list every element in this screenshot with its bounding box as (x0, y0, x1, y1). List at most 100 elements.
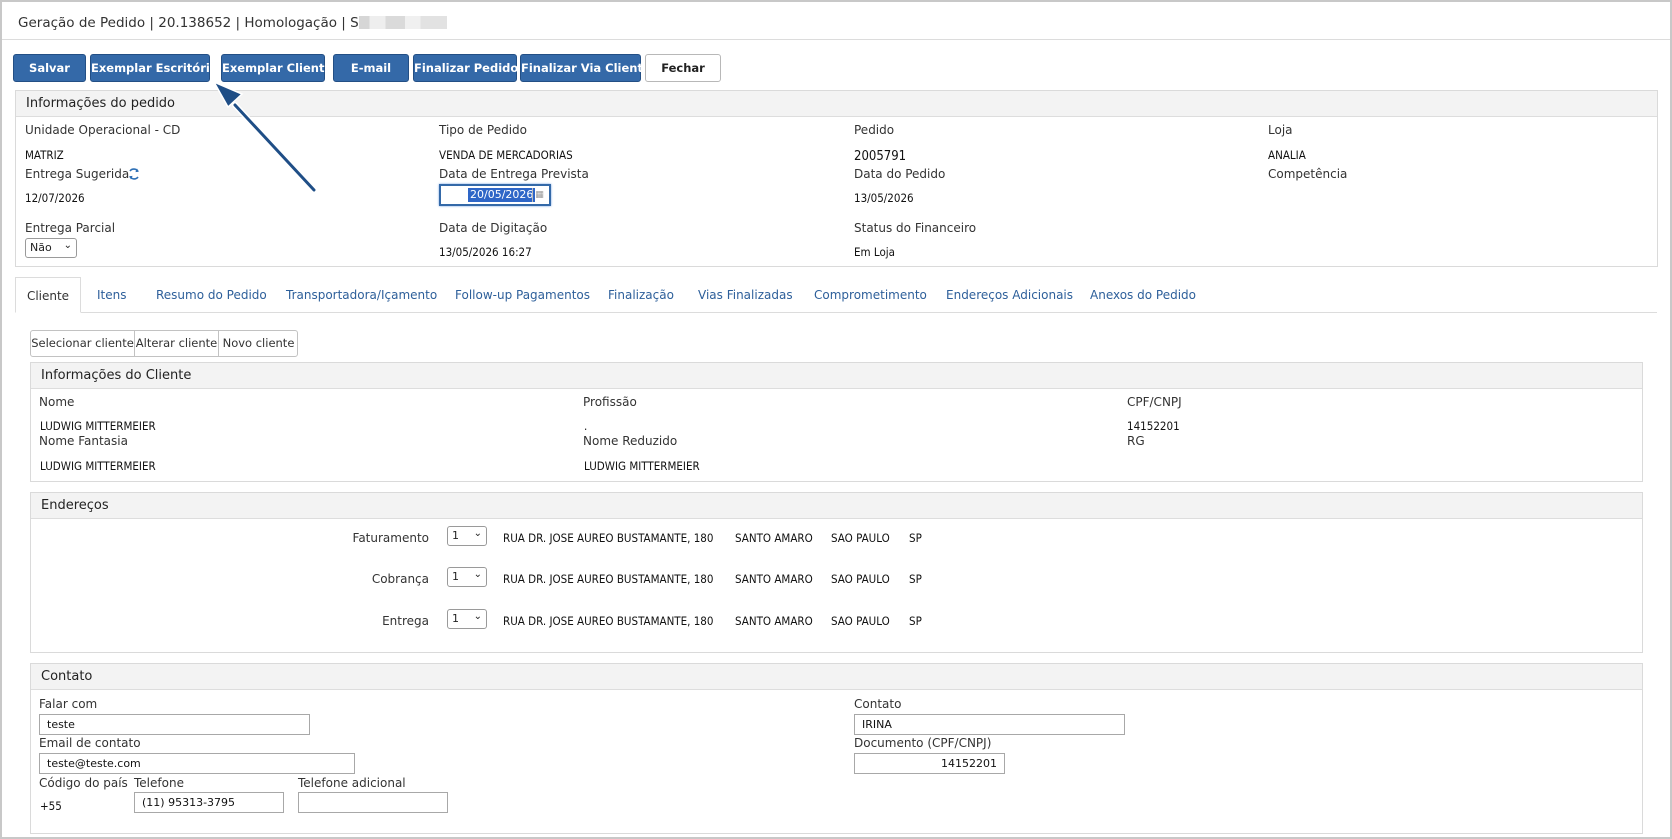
address-district: SANTO AMARO (735, 531, 813, 545)
email-input[interactable]: teste@teste.com (39, 753, 355, 774)
tab-resumo-pedido[interactable]: Resumo do Pedido (156, 277, 267, 313)
contato-input[interactable]: IRINA (854, 714, 1125, 735)
edit-client-button[interactable]: Alterar cliente (135, 331, 219, 356)
office-copy-button[interactable]: Exemplar Escritório (90, 54, 218, 82)
tab-follow-up-pagamentos[interactable]: Follow-up Pagamentos (455, 277, 590, 313)
order-info-panel: Informações do pedido (15, 90, 1658, 267)
status-financeiro-value: Em Loja (854, 245, 896, 259)
tab-cliente[interactable]: Cliente (15, 277, 81, 313)
falar-com-input[interactable]: teste (39, 714, 310, 735)
email-button[interactable]: E-mail (333, 54, 409, 82)
contato-label: Contato (854, 697, 902, 711)
tipo-pedido-label: Tipo de Pedido (439, 123, 527, 137)
nome-value: LUDWIG MITTERMEIER (40, 419, 156, 433)
address-district: SANTO AMARO (735, 572, 813, 586)
codigo-pais-label: Código do país (39, 776, 128, 790)
address-type-label: Faturamento (352, 531, 429, 545)
client-info-panel: Informações do Cliente (30, 362, 1643, 482)
client-copy-button[interactable]: Exemplar Cliente (221, 54, 332, 82)
profissao-value: . (584, 419, 588, 433)
address-type-label: Cobrança (371, 572, 429, 586)
cpf-label: CPF/CNPJ (1127, 395, 1182, 409)
unidade-label: Unidade Operacional - CD (25, 123, 181, 137)
new-client-button[interactable]: Novo cliente (219, 331, 298, 356)
client-info-header: Informações do Cliente (31, 363, 1642, 389)
pedido-value: 2005791 (854, 149, 907, 164)
tab-enderecos-adicionais[interactable]: Endereços Adicionais (946, 277, 1073, 313)
entrega-parcial-select[interactable]: Não ⌄ (25, 238, 77, 258)
application-window: Geração de Pedido | 20.138652 | Homologa… (0, 0, 1672, 839)
chevron-down-icon: ⌄ (473, 528, 482, 539)
address-number-select[interactable]: 1 ⌄ (447, 609, 487, 629)
documento-input[interactable]: 14152201 (854, 753, 1005, 774)
competencia-label: Competência (1268, 167, 1348, 181)
tipo-pedido-value: VENDA DE MERCADORIAS (439, 148, 573, 162)
address-street: RUA DR. JOSE AUREO BUSTAMANTE, 180 (503, 614, 714, 628)
unidade-value: MATRIZ (25, 148, 64, 162)
chevron-down-icon: ⌄ (473, 611, 482, 622)
tab-finalizacao[interactable]: Finalização (608, 277, 674, 313)
digitacao-label: Data de Digitação (439, 221, 548, 235)
entrega-sugerida-label: Entrega Sugerida (25, 167, 130, 181)
entrega-parcial-label: Entrega Parcial (25, 221, 116, 235)
tab-vias-finalizadas[interactable]: Vias Finalizadas (698, 277, 793, 313)
tab-anexos-pedido[interactable]: Anexos do Pedido (1090, 277, 1196, 313)
telefone-adicional-label: Telefone adicional (298, 776, 406, 790)
address-city: SAO PAULO (831, 614, 890, 628)
window-title-bar: Geração de Pedido | 20.138652 | Homologa… (2, 2, 1670, 40)
save-button[interactable]: Salvar (13, 54, 86, 82)
window-title: Geração de Pedido | 20.138652 | Homologa… (18, 15, 359, 31)
address-city: SAO PAULO (831, 531, 890, 545)
pedido-label: Pedido (854, 123, 895, 137)
tab-itens[interactable]: Itens (97, 277, 126, 313)
select-client-button[interactable]: Selecionar cliente (31, 331, 135, 356)
close-button[interactable]: Fechar (645, 54, 721, 82)
finalize-client-copy-button[interactable]: Finalizar Via Cliente (520, 54, 651, 82)
finalize-order-button[interactable]: Finalizar Pedido (413, 54, 518, 82)
address-street: RUA DR. JOSE AUREO BUSTAMANTE, 180 (503, 572, 714, 586)
data-pedido-label: Data do Pedido (854, 167, 946, 181)
address-state: SP (909, 531, 922, 545)
address-number-select[interactable]: 1 ⌄ (447, 567, 487, 587)
address-type-label: Entrega (382, 614, 429, 628)
entrega-prevista-date-input[interactable]: 20/05/2026 ▦ (439, 184, 551, 206)
loja-label: Loja (1268, 123, 1293, 137)
address-district: SANTO AMARO (735, 614, 813, 628)
calendar-icon[interactable]: ▦ (532, 188, 546, 202)
digitacao-value: 13/05/2026 16:27 (439, 245, 532, 259)
address-number-value: 1 (452, 529, 459, 542)
chevron-down-icon: ⌄ (473, 569, 482, 580)
nome-reduzido-value: LUDWIG MITTERMEIER (584, 459, 700, 473)
entrega-prevista-value: 20/05/2026 (468, 188, 536, 202)
order-tabs: Cliente Itens Resumo do Pedido Transport… (15, 277, 1657, 313)
contact-header: Contato (31, 664, 1642, 690)
codigo-pais-value: +55 (40, 799, 62, 813)
telefone-adicional-input[interactable] (298, 792, 448, 813)
refresh-icon[interactable] (127, 167, 141, 181)
tab-transportadora[interactable]: Transportadora/Içamento (286, 277, 437, 313)
address-street: RUA DR. JOSE AUREO BUSTAMANTE, 180 (503, 531, 714, 545)
address-state: SP (909, 572, 922, 586)
falar-com-label: Falar com (39, 697, 98, 711)
address-number-value: 1 (452, 570, 459, 583)
address-state: SP (909, 614, 922, 628)
entrega-prevista-label: Data de Entrega Prevista (439, 167, 589, 181)
redacted-text-mask (358, 16, 447, 29)
address-number-select[interactable]: 1 ⌄ (447, 526, 487, 546)
email-label: Email de contato (39, 736, 141, 750)
address-number-value: 1 (452, 612, 459, 625)
entrega-parcial-value: Não (30, 241, 52, 254)
order-info-header: Informações do pedido (16, 91, 1657, 117)
tab-comprometimento[interactable]: Comprometimento (814, 277, 927, 313)
telefone-input[interactable]: (11) 95313-3795 (134, 792, 284, 813)
loja-value: ANALIA (1268, 148, 1306, 162)
chevron-down-icon: ⌄ (63, 240, 72, 251)
cpf-value: 14152201 (1127, 419, 1180, 433)
address-city: SAO PAULO (831, 572, 890, 586)
nome-fantasia-label: Nome Fantasia (39, 434, 128, 448)
telefone-label: Telefone (134, 776, 184, 790)
client-actions-group: Selecionar cliente Alterar cliente Novo … (30, 330, 298, 357)
profissao-label: Profissão (583, 395, 637, 409)
documento-label: Documento (CPF/CNPJ) (854, 736, 992, 750)
data-pedido-value: 13/05/2026 (854, 191, 914, 205)
